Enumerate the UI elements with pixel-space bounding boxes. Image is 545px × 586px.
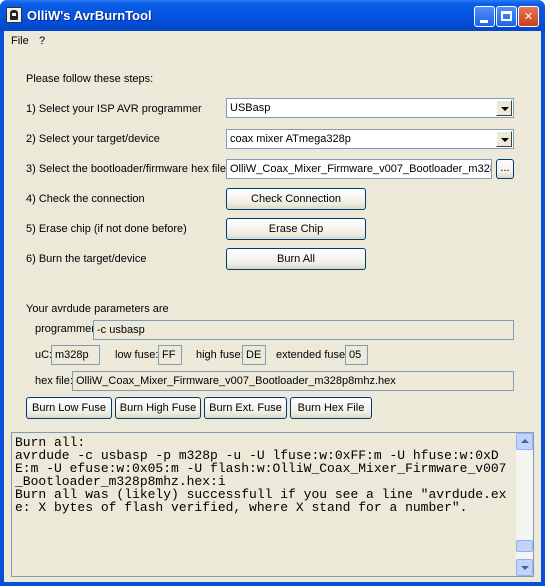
- output-log[interactable]: Burn all: avrdude -c usbasp -p m328p -u …: [11, 432, 534, 577]
- params-heading: Your avrdude parameters are: [26, 303, 169, 315]
- close-icon: ✕: [523, 10, 534, 23]
- chevron-down-icon[interactable]: [496, 100, 512, 116]
- step5-label: 5) Erase chip (if not done before): [26, 223, 187, 235]
- erase-chip-button[interactable]: Erase Chip: [226, 218, 366, 240]
- browse-button[interactable]: ...: [496, 159, 514, 179]
- minimize-icon: [480, 20, 488, 23]
- burn-high-fuse-button[interactable]: Burn High Fuse: [115, 397, 201, 419]
- output-scrollbar[interactable]: [516, 433, 533, 576]
- steps-intro: Please follow these steps:: [26, 73, 154, 85]
- param-uc-field: m328p: [51, 345, 100, 365]
- chevron-down-icon[interactable]: [496, 131, 512, 147]
- scroll-up-icon[interactable]: [516, 433, 533, 450]
- step4-label: 4) Check the connection: [26, 193, 145, 205]
- hexfile-input[interactable]: OlliW_Coax_Mixer_Firmware_v007_Bootloade…: [226, 159, 492, 179]
- scroll-down-icon[interactable]: [516, 559, 533, 576]
- minimize-button[interactable]: [474, 6, 495, 27]
- window-title: OlliW's AvrBurnTool: [27, 8, 152, 23]
- step3-label: 3) Select the bootloader/firmware hex fi…: [26, 163, 226, 175]
- maximize-button[interactable]: [496, 6, 517, 27]
- param-ext-fuse-field: 05: [345, 345, 368, 365]
- burn-hex-file-button[interactable]: Burn Hex File: [290, 397, 372, 419]
- device-select[interactable]: coax mixer ATmega328p: [226, 129, 514, 149]
- param-programmer-field: -c usbasp: [93, 320, 514, 340]
- client-area: File ? Please follow these steps: 1) Sel…: [4, 31, 541, 582]
- close-button[interactable]: ✕: [518, 6, 539, 27]
- param-hexfile-field: OlliW_Coax_Mixer_Firmware_v007_Bootloade…: [72, 371, 514, 391]
- step2-label: 2) Select your target/device: [26, 133, 160, 145]
- check-connection-button[interactable]: Check Connection: [226, 188, 366, 210]
- maximize-icon: [501, 11, 512, 21]
- app-logo-icon[interactable]: [6, 7, 22, 23]
- param-hexfile-label: hex file:: [35, 375, 73, 387]
- param-high-fuse-label: high fuse:: [196, 349, 244, 361]
- menu-bar: File ?: [4, 31, 541, 51]
- app-window: OlliW's AvrBurnTool ✕ File ? Please foll…: [0, 0, 545, 586]
- programmer-select[interactable]: USBasp: [226, 98, 514, 118]
- param-high-fuse-field: DE: [242, 345, 266, 365]
- menu-file[interactable]: File: [11, 35, 29, 47]
- programmer-select-value: USBasp: [230, 102, 271, 114]
- device-select-value: coax mixer ATmega328p: [230, 133, 351, 145]
- step1-label: 1) Select your ISP AVR programmer: [26, 103, 202, 115]
- param-ext-fuse-label: extended fuse:: [276, 349, 349, 361]
- menu-help[interactable]: ?: [39, 35, 45, 47]
- param-programmer-label: programmer:: [35, 323, 98, 335]
- burn-all-button[interactable]: Burn All: [226, 248, 366, 270]
- scroll-thumb[interactable]: [516, 540, 533, 552]
- param-low-fuse-label: low fuse:: [115, 349, 159, 361]
- output-log-text: Burn all: avrdude -c usbasp -p m328p -u …: [15, 435, 507, 515]
- param-uc-label: uC:: [35, 349, 53, 361]
- param-low-fuse-field: FF: [158, 345, 182, 365]
- burn-ext-fuse-button[interactable]: Burn Ext. Fuse: [204, 397, 287, 419]
- step6-label: 6) Burn the target/device: [26, 253, 147, 265]
- burn-low-fuse-button[interactable]: Burn Low Fuse: [26, 397, 112, 419]
- title-bar[interactable]: OlliW's AvrBurnTool ✕: [0, 0, 545, 31]
